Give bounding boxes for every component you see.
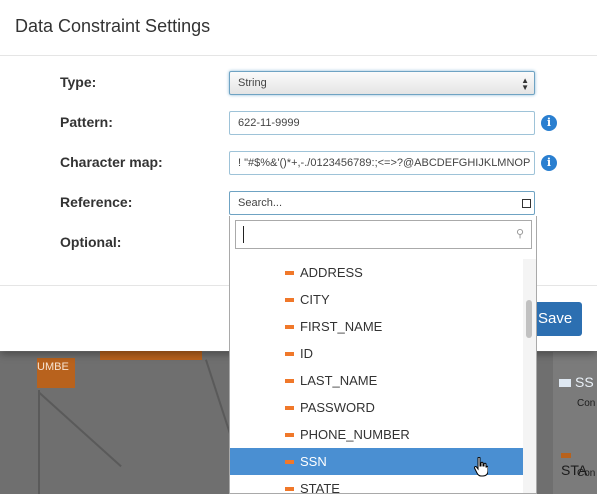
charmap-input-value: ! "#$%&'()*+,-./0123456789:;<=>?@ABCDEFG… — [238, 157, 531, 169]
charmap-info-icon[interactable]: i — [541, 155, 557, 171]
dropdown-item-phone-number[interactable]: PHONE_NUMBER — [230, 421, 523, 448]
dropdown-item-label: CITY — [300, 292, 330, 307]
table-dash-icon — [285, 271, 294, 275]
pattern-label: Pattern: — [60, 114, 113, 130]
table-dash-icon — [285, 433, 294, 437]
dropdown-item-city[interactable]: CITY — [230, 286, 523, 313]
optional-label: Optional: — [60, 234, 122, 250]
side-panel-item: SS — [559, 374, 594, 390]
dropdown-search-input[interactable]: ⚲ — [235, 220, 532, 249]
dropdown-item-address[interactable]: ADDRESS — [230, 259, 523, 286]
clear-icon[interactable] — [522, 199, 531, 208]
table-dash-icon — [285, 325, 294, 329]
charmap-input[interactable]: ! "#$%&'()*+,-./0123456789:;<=>?@ABCDEFG… — [229, 151, 535, 175]
dropdown-item-label: PASSWORD — [300, 400, 375, 415]
dropdown-item-label: ID — [300, 346, 313, 361]
reference-select[interactable]: Search... — [229, 191, 535, 215]
diagram-node: UMBE — [37, 358, 75, 388]
table-dash-icon — [285, 487, 294, 491]
table-dash-icon — [285, 406, 294, 410]
dropdown-scrollbar-thumb[interactable] — [526, 300, 532, 338]
reference-placeholder: Search... — [238, 197, 283, 209]
swatch-icon — [561, 452, 571, 458]
dropdown-item-label: STATE — [300, 481, 340, 494]
hand-cursor-icon — [474, 457, 488, 477]
dropdown-scrollbar[interactable] — [523, 259, 536, 493]
reference-dropdown: ⚲ ADDRESS CITY FIRST_NAME ID LAST_NAME PASSWO… — [229, 216, 537, 494]
select-arrows-icon: ▲ ▼ — [521, 76, 529, 92]
reference-label: Reference: — [60, 194, 133, 210]
search-icon: ⚲ — [515, 228, 524, 240]
dropdown-item-state[interactable]: STATE — [230, 475, 523, 494]
text-caret — [243, 226, 244, 243]
table-dash-icon — [285, 298, 294, 302]
dialog-header: Data Constraint Settings — [0, 0, 597, 56]
type-label: Type: — [60, 74, 97, 90]
table-dash-icon — [285, 379, 294, 383]
dropdown-item-id[interactable]: ID — [230, 340, 523, 367]
side-panel: SS Con STA Con — [553, 352, 597, 494]
side-panel-item-label: SS — [575, 374, 594, 390]
dropdown-item-label: ADDRESS — [300, 265, 363, 280]
type-select-value: String — [238, 77, 267, 89]
save-button[interactable]: Save — [536, 302, 582, 336]
type-select[interactable]: String ▲ ▼ — [229, 71, 535, 95]
dropdown-item-last-name[interactable]: LAST_NAME — [230, 367, 523, 394]
charmap-label: Character map: — [60, 154, 163, 170]
pattern-input-value: 622-11-9999 — [238, 117, 300, 129]
dropdown-item-label: PHONE_NUMBER — [300, 427, 410, 442]
dropdown-item-label: LAST_NAME — [300, 373, 378, 388]
dialog-title: Data Constraint Settings — [15, 16, 211, 36]
pattern-input[interactable]: 622-11-9999 — [229, 111, 535, 135]
dropdown-item-label: FIRST_NAME — [300, 319, 383, 334]
dropdown-item-password[interactable]: PASSWORD — [230, 394, 523, 421]
swatch-icon — [559, 379, 571, 388]
dropdown-item-first-name[interactable]: FIRST_NAME — [230, 313, 523, 340]
table-dash-icon — [285, 460, 294, 464]
pattern-info-icon[interactable]: i — [541, 115, 557, 131]
side-panel-sub: Con — [577, 468, 596, 479]
table-dash-icon — [285, 352, 294, 356]
diagram-node-label: UMBE — [37, 361, 69, 373]
dropdown-item-label: SSN — [300, 454, 327, 469]
connector-line — [38, 390, 40, 494]
side-panel-sub: Con — [577, 398, 596, 409]
